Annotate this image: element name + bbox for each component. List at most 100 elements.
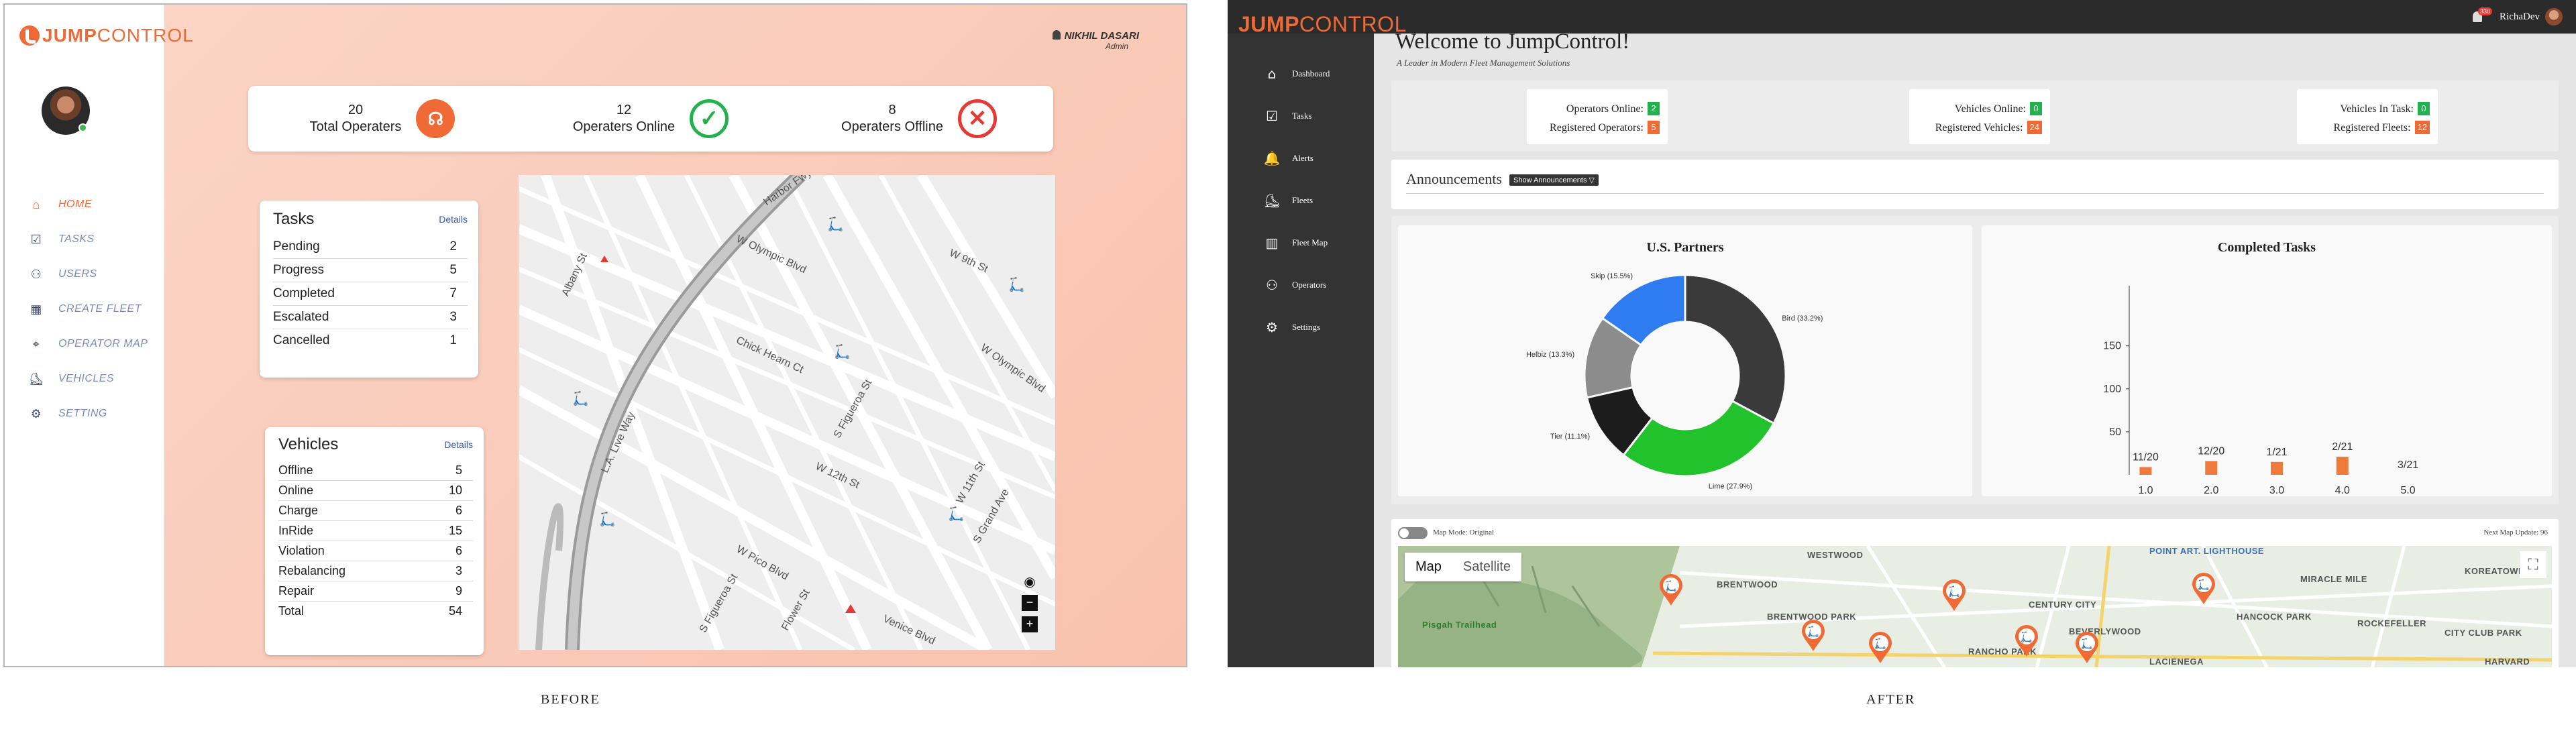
stat-value: 8 — [888, 103, 896, 117]
row-label: Total — [278, 604, 305, 618]
row-value: 3 — [455, 564, 462, 577]
sidebar-item-vehicles[interactable]: ⛸ VEHICLES — [28, 361, 148, 396]
tasks-details-link[interactable]: Details — [439, 214, 468, 225]
scooter-pin-icon[interactable]: 🛴 — [2014, 625, 2039, 657]
scooter-pin-icon[interactable]: 🛴 — [1801, 620, 1826, 652]
partners-chart-card: U.S. Partners Bird (33.2%) Lime (27.9%) Ti… — [1398, 225, 1972, 496]
map-mode-toggle[interactable] — [1398, 527, 1428, 539]
pie-slice-label: Lime (27.9%) — [1709, 482, 1752, 490]
gear-icon: ⚙ — [1266, 319, 1278, 335]
scooter-pin-icon[interactable]: 🛴 — [1941, 579, 1967, 612]
chart-title: Completed Tasks — [2217, 240, 2316, 255]
map-type-tabs: Map Satellite — [1405, 553, 1522, 581]
sidebar-item-fleets[interactable]: ⛸ Fleets — [1263, 179, 1330, 221]
bar[interactable] — [2139, 467, 2152, 475]
stat-label: Vehicles Online: — [1954, 103, 2026, 115]
locate-icon[interactable]: ◉ — [1022, 575, 1038, 591]
sidebar-item-fleet-map[interactable]: ▥ Fleet Map — [1263, 221, 1330, 264]
row-value: 3 — [449, 310, 457, 324]
sidebar-item-home[interactable]: ⌂ HOME — [29, 187, 148, 222]
svg-text:🛴: 🛴 — [1008, 276, 1025, 292]
before-street-map[interactable]: 🛴 🛴 🛴 🛴 🛴 🛴 W Olympic Blvd W 9th St Chick He… — [519, 175, 1055, 650]
bar[interactable] — [2336, 457, 2349, 475]
stat-label: Vehicles In Task: — [2340, 103, 2414, 115]
show-announcements-button[interactable]: Show Announcements ▽ — [1509, 174, 1599, 186]
bell-icon: 🔔 — [1263, 150, 1281, 166]
sidebar-item-tasks[interactable]: ☑ Tasks — [1263, 95, 1330, 137]
sidebar-item-settings[interactable]: ⚙ Settings — [1263, 306, 1330, 348]
avatar[interactable] — [42, 87, 90, 135]
row-label: Completed — [273, 286, 335, 300]
sidebar-item-operator-map[interactable]: ⌖ OPERATOR MAP — [29, 327, 148, 361]
divider — [1406, 193, 2544, 194]
bell-icon[interactable] — [1052, 30, 1061, 40]
stat-fleets: Vehicles In Task: 0 Registered Fleets: 12 — [2297, 89, 2438, 144]
bar[interactable] — [2271, 461, 2283, 475]
sidebar-item-alerts[interactable]: 🔔 Alerts — [1263, 137, 1330, 179]
pie-slice-label: Skip (15.5%) — [1591, 272, 1633, 280]
partners-donut-chart: Bird (33.2%) Lime (27.9%) Tier (11.1%) Helb… — [1526, 272, 1823, 490]
stat-badge: 24 — [2027, 121, 2042, 134]
pie-slice-bird[interactable] — [1684, 274, 1787, 425]
map-place-label: MIRACLE MILE — [2300, 574, 2367, 584]
row-label: Escalated — [273, 310, 329, 324]
user-name: RichaDev — [2500, 11, 2540, 22]
scooter-icon: ⛸ — [1263, 192, 1281, 209]
tab-satellite[interactable]: Satellite — [1452, 553, 1521, 581]
stat-label: Total Operaters — [309, 119, 402, 134]
tab-map[interactable]: Map — [1405, 553, 1452, 581]
before-sidebar: JUMP CONTROL ⌂ HOME ☑ TASKS ⚇ USERS ▦ CREATE FLE… — [5, 5, 193, 666]
row-label: Rebalancing — [278, 564, 346, 577]
fleet-map-panel: Map Mode: Original Next Map Update: 96 W… — [1391, 519, 2559, 667]
scooter-pin-icon[interactable]: 🛴 — [1658, 574, 1684, 606]
fullscreen-icon[interactable]: ⛶ — [2520, 551, 2546, 578]
zoom-in-button[interactable]: + — [1022, 616, 1038, 632]
sidebar-item-label: SETTING — [58, 408, 107, 419]
operator-stats-card: 20 Total Operaters ☊ 12 Operaters Online ✓… — [248, 86, 1053, 152]
bar-data-label: 3/21 — [2398, 459, 2418, 471]
logo-control-text: CONTROL — [1299, 12, 1407, 36]
scooter-pin-icon[interactable]: 🛴 — [2191, 573, 2216, 605]
svg-text:🛴: 🛴 — [827, 216, 844, 232]
stat-operators-offline: 8 Operaters Offline ✕ — [785, 99, 1053, 138]
before-screenshot: JUMP CONTROL ⌂ HOME ☑ TASKS ⚇ USERS ▦ CREATE FLE… — [3, 3, 1187, 667]
list-item: Repair 9 — [278, 581, 473, 602]
avatar[interactable] — [2545, 8, 2563, 25]
list-item: Online 10 — [278, 481, 473, 501]
bar[interactable] — [2205, 461, 2218, 475]
logo-control-text: CONTROL — [97, 25, 194, 46]
map-place-label: WESTWOOD — [1807, 550, 1864, 560]
sidebar-item-dashboard[interactable]: ⌂ Dashboard — [1263, 52, 1330, 95]
map-place-label: LACIENEGA — [2149, 657, 2204, 667]
sidebar-item-label: Dashboard — [1292, 68, 1330, 78]
scooter-pin-icon[interactable]: 🛴 — [1868, 632, 1893, 664]
fleet-map[interactable]: WESTWOOD BRENTWOOD BRENTWOOD PARK CENTUR… — [1398, 546, 2552, 667]
sidebar-item-operators[interactable]: ⚇ Operators — [1263, 264, 1330, 306]
svg-text:🛴: 🛴 — [599, 511, 616, 527]
row-label: Charge — [278, 504, 319, 517]
sidebar-item-setting[interactable]: ⚙ SETTING — [29, 396, 148, 431]
user-info[interactable]: NIKHIL DASARI Admin — [1052, 30, 1139, 51]
scooter-pin-icon[interactable]: 🛴 — [2074, 632, 2100, 664]
stat-total-operators: 20 Total Operaters ☊ — [248, 99, 517, 138]
stat-badge: 12 — [2414, 121, 2430, 134]
zoom-out-button[interactable]: − — [1022, 595, 1038, 611]
map-place-label: KOREATOWN — [2465, 566, 2525, 576]
logo-jump-text: JUMP — [42, 25, 97, 46]
row-value: 6 — [455, 544, 462, 557]
sidebar-item-tasks[interactable]: ☑ TASKS — [29, 222, 148, 257]
svg-text:🛴: 🛴 — [1948, 585, 1961, 598]
map-place-label: BRENTWOOD — [1717, 579, 1778, 589]
map-place-label: POINT ART. LIGHTHOUSE — [2149, 546, 2265, 556]
sidebar-item-users[interactable]: ⚇ USERS — [29, 257, 148, 292]
bell-icon[interactable]: 330 — [2473, 7, 2493, 22]
vehicles-details-link[interactable]: Details — [444, 439, 473, 450]
svg-text:🛴: 🛴 — [2198, 579, 2210, 591]
list-item: Escalated 3 — [273, 306, 468, 329]
row-value: 54 — [448, 604, 462, 618]
user-menu[interactable]: 330 RichaDev — [2473, 7, 2563, 25]
stat-badge: 2 — [1648, 102, 1660, 115]
before-logo[interactable]: JUMP CONTROL — [19, 25, 194, 46]
sidebar-item-create-fleet[interactable]: ▦ CREATE FLEET — [29, 292, 148, 327]
svg-text:🛴: 🛴 — [1807, 626, 1820, 638]
